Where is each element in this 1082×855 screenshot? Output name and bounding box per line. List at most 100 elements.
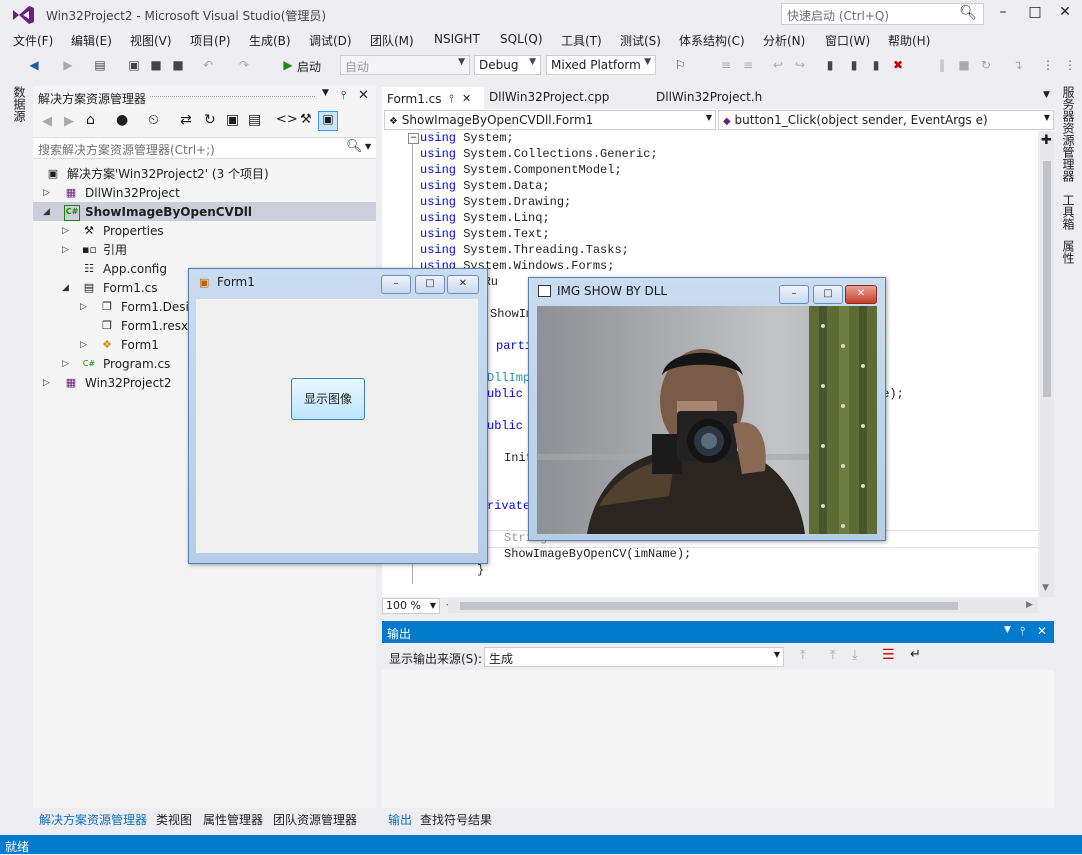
platform-combo[interactable]: Mixed Platform ▼ xyxy=(546,55,656,75)
panel-dropdown-icon[interactable]: ▼ xyxy=(1004,625,1011,635)
expand-arrow-icon[interactable]: ▷ xyxy=(43,374,50,393)
minimize-button[interactable]: – xyxy=(988,2,1018,24)
form1-window[interactable]: ▣ Form1 – □ ✕ 显示图像 xyxy=(188,268,488,564)
menu-view[interactable]: 视图(V) xyxy=(130,32,172,49)
menu-debug[interactable]: 调试(D) xyxy=(309,32,352,49)
history-icon[interactable]: ⏲ xyxy=(148,112,159,128)
maximize-button[interactable]: □ xyxy=(1020,2,1050,24)
undo-icon[interactable]: ↶ xyxy=(200,57,216,73)
restart-icon[interactable]: ↻ xyxy=(978,57,994,73)
split-icon[interactable]: ✚ xyxy=(1041,133,1052,148)
menu-nsight[interactable]: NSIGHT xyxy=(434,32,480,46)
close-icon[interactable]: ✕ xyxy=(358,88,369,103)
tab-property-manager[interactable]: 属性管理器 xyxy=(203,811,263,828)
member-navigation-combo[interactable]: ◆ button1_Click(object sender, EventArgs… xyxy=(718,110,1054,130)
tab-output[interactable]: 输出 xyxy=(388,811,412,828)
menu-architecture[interactable]: 体系结构(C) xyxy=(679,32,745,49)
new-project-icon[interactable]: ▤ xyxy=(92,57,108,73)
close-button[interactable]: ✕ xyxy=(1050,2,1080,24)
wrench-icon[interactable]: ⚒ xyxy=(300,112,312,127)
view-code-icon[interactable]: <> xyxy=(276,112,298,127)
pin-icon[interactable]: ⫯ xyxy=(1020,624,1025,639)
home-icon[interactable]: ⌂ xyxy=(86,112,95,128)
step-icon[interactable]: ↴ xyxy=(1010,57,1026,73)
back-icon[interactable]: ◀ xyxy=(26,57,42,73)
tab-dllwin32project-h[interactable]: DllWin32Project.h xyxy=(651,87,767,107)
vertical-scrollbar[interactable]: ▼ xyxy=(1040,131,1054,597)
img-window-close-button[interactable]: ✕ xyxy=(845,285,877,304)
form1-maximize-button[interactable]: □ xyxy=(415,275,445,294)
type-navigation-combo[interactable]: ❖ ShowImageByOpenCVDll.Form1 ▼ xyxy=(384,110,716,130)
expand-arrow-icon[interactable]: ▷ xyxy=(62,355,69,374)
solution-search-input[interactable]: 搜索解决方案资源管理器(Ctrl+;) 🔍︎ ▼ xyxy=(33,137,376,159)
globe-icon[interactable]: ● xyxy=(116,112,128,128)
expand-arrow-icon[interactable]: ▷ xyxy=(80,298,87,317)
menu-team[interactable]: 团队(M) xyxy=(370,32,414,49)
img-window-maximize-button[interactable]: □ xyxy=(813,285,843,304)
horizontal-scrollbar[interactable] xyxy=(448,599,1038,613)
server-explorer-tab[interactable]: 服务器资源管理器 xyxy=(1060,86,1077,182)
close-icon[interactable]: ✕ xyxy=(462,89,471,109)
pause-icon[interactable]: ‖ xyxy=(934,57,950,73)
refresh-icon[interactable]: ↻ xyxy=(204,112,216,128)
bookmark-prev-icon[interactable]: ▮ xyxy=(846,57,862,73)
tab-class-view[interactable]: 类视图 xyxy=(156,811,192,828)
pin-icon[interactable]: ⫯ xyxy=(449,89,454,109)
bookmark-next-icon[interactable]: ▮ xyxy=(868,57,884,73)
forward-icon[interactable]: ▶ xyxy=(64,114,74,129)
save-all-icon[interactable]: ■ xyxy=(170,57,186,73)
configuration-combo[interactable]: Debug ▼ xyxy=(474,55,541,75)
collapse-arrow-icon[interactable]: ◢ xyxy=(62,279,69,298)
expand-arrow-icon[interactable]: ▷ xyxy=(80,336,87,355)
panel-dropdown-icon[interactable]: ▼ xyxy=(322,88,329,98)
menu-sql[interactable]: SQL(Q) xyxy=(500,32,543,46)
form1-minimize-button[interactable]: – xyxy=(381,275,411,294)
menu-analyze[interactable]: 分析(N) xyxy=(763,32,805,49)
properties-tab[interactable]: 属性 xyxy=(1060,240,1077,264)
align-icon[interactable]: ≡ xyxy=(740,57,756,73)
menu-edit[interactable]: 编辑(E) xyxy=(71,32,112,49)
tab-solution-explorer[interactable]: 解决方案资源管理器 xyxy=(39,811,147,828)
scroll-down-icon[interactable]: ▼ xyxy=(1042,583,1049,593)
collapse-icon[interactable]: ▣ xyxy=(226,112,239,128)
menu-build[interactable]: 生成(B) xyxy=(249,32,291,49)
next-message-icon[interactable]: ⤓ xyxy=(852,648,858,663)
sync-icon[interactable]: ⇄ xyxy=(180,112,192,128)
start-icon[interactable]: ▶ xyxy=(280,57,296,73)
tab-dllwin32project-cpp[interactable]: DllWin32Project.cpp xyxy=(484,87,614,107)
menu-test[interactable]: 测试(S) xyxy=(620,32,661,49)
comment-icon[interactable]: ↩ xyxy=(770,57,786,73)
menu-file[interactable]: 文件(F) xyxy=(13,32,53,49)
expand-arrow-icon[interactable]: ▷ xyxy=(43,184,50,203)
menu-help[interactable]: 帮助(H) xyxy=(888,32,930,49)
toolbar-overflow-icon[interactable]: ⋮ xyxy=(1040,57,1056,73)
pin-icon[interactable]: ⫯ xyxy=(341,88,346,103)
forward-icon[interactable]: ▶ xyxy=(60,57,76,73)
output-source-combo[interactable]: 生成 ▼ xyxy=(484,647,784,667)
uncomment-icon[interactable]: ↪ xyxy=(792,57,808,73)
collapse-arrow-icon[interactable]: ◢ xyxy=(43,203,50,222)
close-icon[interactable]: ✕ xyxy=(1037,624,1047,638)
preview-icon[interactable]: ▣ xyxy=(318,111,338,131)
back-icon[interactable]: ◀ xyxy=(42,114,52,129)
previous-message-icon[interactable]: ⤒ xyxy=(830,648,836,663)
quick-launch-input[interactable]: 快速启动 (Ctrl+Q) 🔍︎ xyxy=(781,3,984,25)
go-to-message-icon[interactable]: ⤒ xyxy=(800,648,806,663)
bookmark-icon[interactable]: ▮ xyxy=(822,57,838,73)
scroll-thumb[interactable] xyxy=(1043,161,1051,397)
toolbox-tab[interactable]: 工具箱 xyxy=(1060,194,1077,230)
menu-project[interactable]: 项目(P) xyxy=(190,32,231,49)
data-sources-tab[interactable]: 数据源 xyxy=(8,86,28,126)
target-combo[interactable]: 自动 ▼ xyxy=(340,55,470,75)
form1-close-button[interactable]: ✕ xyxy=(447,275,479,294)
tab-overflow-icon[interactable]: ▼ xyxy=(1043,90,1050,100)
scroll-right-icon[interactable]: ▶ xyxy=(1026,600,1033,610)
find-icon[interactable]: ⚐ xyxy=(672,57,688,73)
clear-bookmarks-icon[interactable]: ✖ xyxy=(890,57,906,73)
zoom-combo[interactable]: 100 % ▼ xyxy=(382,598,440,614)
img-window-minimize-button[interactable]: – xyxy=(779,285,809,304)
expand-arrow-icon[interactable]: ▷ xyxy=(62,222,69,241)
tab-team-explorer[interactable]: 团队资源管理器 xyxy=(273,811,357,828)
align-icon[interactable]: ≡ xyxy=(718,57,734,73)
open-file-icon[interactable]: ▣ xyxy=(126,57,142,73)
